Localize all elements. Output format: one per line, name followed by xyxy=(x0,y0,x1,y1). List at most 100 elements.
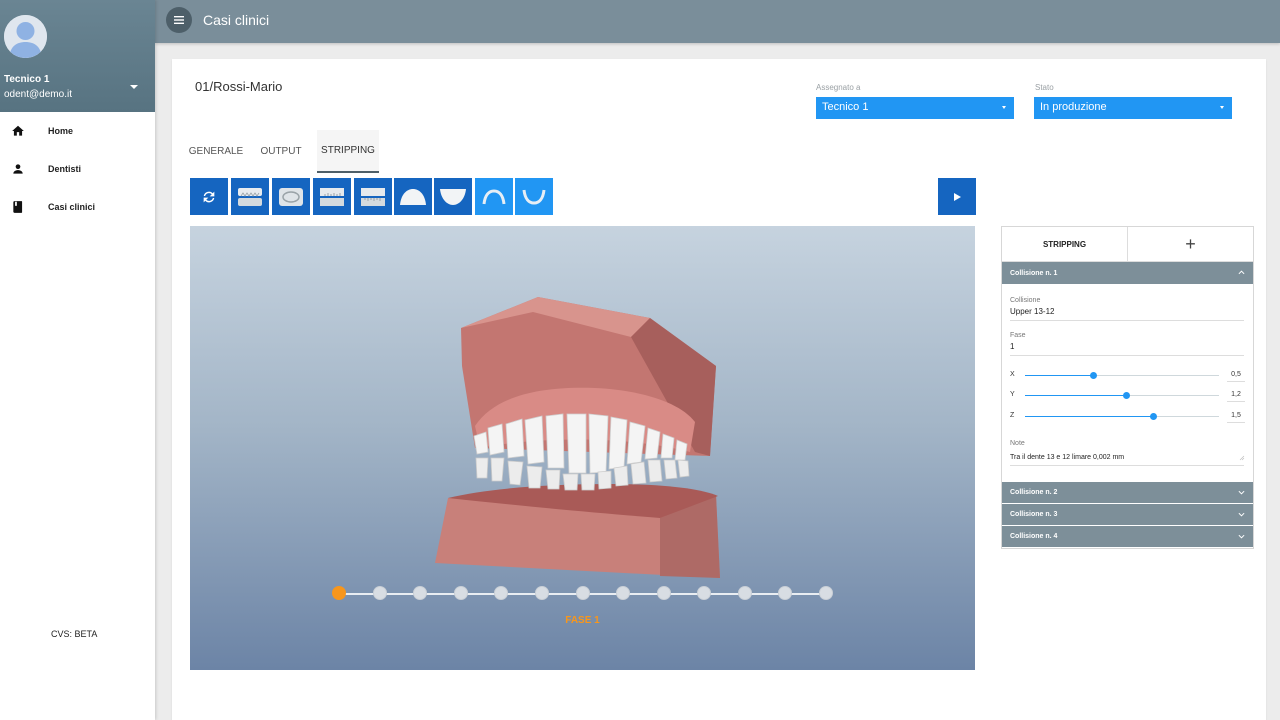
sidebar-item-casi-clinici[interactable]: Casi clinici xyxy=(0,188,155,226)
collision-title: Collisione n. 3 xyxy=(1010,511,1058,518)
dropdown-arrow-icon xyxy=(1002,106,1006,109)
left-view-icon xyxy=(320,187,344,206)
page-title: Casi clinici xyxy=(203,12,270,28)
collision-title: Collisione n. 2 xyxy=(1010,489,1058,496)
upper-arch-view-button[interactable] xyxy=(394,178,432,215)
tab-stripping[interactable]: STRIPPING xyxy=(317,130,379,173)
collision-header-2[interactable]: Collisione n. 2 xyxy=(1002,481,1253,503)
refresh-button[interactable] xyxy=(190,178,228,215)
left-view-button[interactable] xyxy=(313,178,351,215)
slider-thumb[interactable] xyxy=(1089,372,1097,379)
lower-arch-view-icon xyxy=(440,188,466,205)
tab-output[interactable]: OUTPUT xyxy=(256,130,306,173)
status-label: Stato xyxy=(1035,83,1054,92)
add-collision-button[interactable]: + xyxy=(1127,227,1253,261)
phase-dot-2[interactable] xyxy=(372,586,387,600)
collision-header-3[interactable]: Collisione n. 3 xyxy=(1002,503,1253,525)
chevron-up-icon xyxy=(1238,270,1245,275)
slider-thumb[interactable] xyxy=(1122,392,1130,399)
slider-fill xyxy=(1025,375,1093,376)
assigned-label: Assegnato a xyxy=(816,83,861,92)
tab-generale[interactable]: GENERALE xyxy=(189,130,243,173)
note-label: Note xyxy=(1010,440,1025,447)
stripping-panel: STRIPPING + Collisione n. 1 Collisione U… xyxy=(1001,226,1254,549)
phase-label: FASE 1 xyxy=(565,615,600,626)
note-field[interactable]: Tra il dente 13 e 12 limare 0,002 mm xyxy=(1010,454,1244,466)
lower-arch-toggle-button[interactable] xyxy=(515,178,553,215)
slider-z-label: Z xyxy=(1010,412,1015,419)
refresh-icon xyxy=(203,191,215,202)
caret-down-icon[interactable] xyxy=(130,85,138,89)
phase-dot-7[interactable] xyxy=(575,586,590,600)
collision-header-4[interactable]: Collisione n. 4 xyxy=(1002,525,1253,547)
slider-z-value[interactable]: 1,5 xyxy=(1227,412,1245,423)
user-name: Tecnico 1 xyxy=(4,74,50,85)
3d-viewer[interactable]: FASE 1 xyxy=(190,226,975,670)
phase-dot-9[interactable] xyxy=(656,586,671,600)
slider-z[interactable] xyxy=(1025,413,1219,420)
user-profile[interactable]: Tecnico 1 odent@demo.it xyxy=(0,0,155,112)
phase-field[interactable]: 1 xyxy=(1010,342,1244,356)
occlusal-view-button[interactable] xyxy=(272,178,310,215)
slider-x-value[interactable]: 0,5 xyxy=(1227,371,1245,382)
sidebar-item-dentisti[interactable]: Dentisti xyxy=(0,150,155,188)
front-view-button[interactable] xyxy=(231,178,269,215)
chevron-down-icon xyxy=(1238,534,1245,539)
upper-arch-toggle-icon xyxy=(482,188,506,204)
slider-y-label: Y xyxy=(1010,391,1015,398)
slider-thumb[interactable] xyxy=(1150,413,1158,420)
top-bar: Casi clinici xyxy=(155,0,1280,43)
avatar xyxy=(4,15,47,58)
slider-x[interactable] xyxy=(1025,372,1219,379)
chevron-down-icon xyxy=(1238,512,1245,517)
sidebar-item-label: Dentisti xyxy=(48,164,82,174)
sidebar-item-label: Casi clinici xyxy=(48,202,96,212)
upper-arch-toggle-button[interactable] xyxy=(475,178,513,215)
chevron-down-icon xyxy=(1238,490,1245,495)
phase-field-label: Fase xyxy=(1010,332,1026,339)
phase-dot-11[interactable] xyxy=(737,586,752,600)
slider-fill xyxy=(1025,416,1154,417)
lower-arch-toggle-icon xyxy=(522,189,546,205)
lower-arch-view-button[interactable] xyxy=(434,178,472,215)
collision-header-1[interactable]: Collisione n. 1 xyxy=(1002,262,1253,284)
assigned-value: Tecnico 1 xyxy=(822,101,869,113)
resize-handle-icon[interactable] xyxy=(1239,455,1245,461)
avatar-icon xyxy=(4,15,47,58)
sidebar-item-label: Home xyxy=(48,126,74,136)
dental-model[interactable] xyxy=(190,226,975,670)
slider-fill xyxy=(1025,395,1126,396)
occlusal-view-icon xyxy=(279,187,303,206)
dropdown-arrow-icon xyxy=(1220,106,1224,109)
right-view-button[interactable] xyxy=(354,178,392,215)
slider-y[interactable] xyxy=(1025,392,1219,399)
play-button[interactable] xyxy=(938,178,976,215)
tab-stripping-panel[interactable]: STRIPPING xyxy=(1002,227,1127,261)
phase-dot-6[interactable] xyxy=(534,586,549,600)
status-select[interactable]: In produzione xyxy=(1034,97,1232,119)
collision-detail: Collisione Upper 13-12 Fase 1 X 0,5 Y 1,… xyxy=(1002,284,1253,481)
phase-dot-4[interactable] xyxy=(453,586,468,600)
panel-tabs: STRIPPING + xyxy=(1002,227,1253,262)
phase-dot-1[interactable] xyxy=(332,586,346,600)
assigned-select[interactable]: Tecnico 1 xyxy=(816,97,1014,119)
slider-x-label: X xyxy=(1010,371,1015,378)
sidebar: Tecnico 1 odent@demo.it Home Dentisti Ca… xyxy=(0,0,155,720)
case-card: 01/Rossi-Mario Assegnato a Tecnico 1 Sta… xyxy=(172,59,1266,720)
collision-title: Collisione n. 4 xyxy=(1010,533,1058,540)
sidebar-item-home[interactable]: Home xyxy=(0,112,155,150)
collision-field[interactable]: Upper 13-12 xyxy=(1010,307,1244,321)
phase-dot-8[interactable] xyxy=(616,586,631,600)
collision-label: Collisione xyxy=(1010,297,1041,304)
user-email: odent@demo.it xyxy=(4,89,72,100)
home-icon xyxy=(0,124,48,138)
version-label: CVS: BETA xyxy=(51,629,98,639)
status-value: In produzione xyxy=(1040,101,1107,113)
person-icon xyxy=(0,162,48,176)
case-title: 01/Rossi-Mario xyxy=(195,79,283,94)
play-icon xyxy=(954,192,961,201)
phase-dot-13[interactable] xyxy=(819,586,833,600)
menu-icon xyxy=(174,16,184,24)
slider-y-value[interactable]: 1,2 xyxy=(1227,391,1245,402)
menu-button[interactable] xyxy=(166,7,192,33)
